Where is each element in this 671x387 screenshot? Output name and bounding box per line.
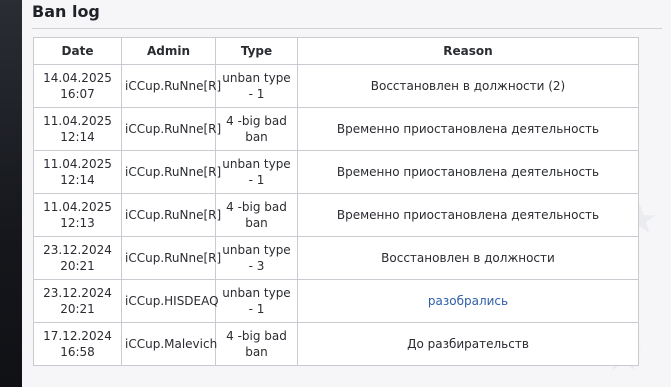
column-header-type: Type — [215, 37, 298, 65]
cell-reason: разобрались — [297, 279, 639, 323]
column-header-reason: Reason — [297, 37, 639, 65]
cell-type: 4 -big bad ban — [215, 193, 298, 237]
table-row: 17.12.2024 16:58 iCCup.Malevich 4 -big ba… — [33, 322, 639, 366]
cell-reason: Временно приостановлена деятельность — [297, 107, 639, 151]
cell-date: 23.12.2024 20:21 — [33, 236, 122, 280]
cell-date: 11.04.2025 12:14 — [33, 107, 122, 151]
cell-date: 11.04.2025 12:13 — [33, 193, 122, 237]
time-value: 20:21 — [60, 259, 95, 273]
time-value: 16:58 — [60, 345, 95, 359]
time-value: 12:13 — [60, 216, 95, 230]
cell-date: 17.12.2024 16:58 — [33, 322, 122, 366]
column-header-date: Date — [33, 37, 122, 65]
cell-reason: Восстановлен в должности (2) — [297, 64, 639, 108]
page-background-edge — [0, 0, 22, 387]
title-divider — [32, 28, 662, 29]
cell-reason: Временно приостановлена деятельность — [297, 193, 639, 237]
cell-reason: Временно приостановлена деятельность — [297, 150, 639, 194]
table-header-row: Date Admin Type Reason — [33, 37, 639, 65]
cell-admin: iCCup.HISDEAQ — [121, 279, 219, 323]
table-row: 11.04.2025 12:14 iCCup.RuNne[R] 4 -big ba… — [33, 107, 639, 151]
date-value: 23.12.2024 — [43, 243, 112, 257]
cell-type: unban type - 1 — [215, 279, 298, 323]
cell-type: 4 -big bad ban — [215, 107, 298, 151]
date-value: 23.12.2024 — [43, 286, 112, 300]
time-value: 12:14 — [60, 173, 95, 187]
time-value: 12:14 — [60, 130, 95, 144]
column-header-admin: Admin — [121, 37, 216, 65]
cell-date: 11.04.2025 12:14 — [33, 150, 122, 194]
reason-link[interactable]: разобрались — [428, 294, 508, 308]
cell-date: 14.04.2025 16:07 — [33, 64, 122, 108]
cell-type: unban type - 1 — [215, 150, 298, 194]
table-row: 14.04.2025 16:07 iCCup.RuNne[R] unban typ… — [33, 64, 639, 108]
cell-reason: До разбирательств — [297, 322, 639, 366]
page-title: Ban log — [32, 2, 100, 21]
cell-admin: iCCup.RuNne[R] — [121, 64, 221, 108]
table-row: 23.12.2024 20:21 iCCup.RuNne[R] unban typ… — [33, 236, 639, 280]
ban-log-panel: ★ ★ ★ ★ Ban log Date Admin Type Reason 1… — [22, 0, 671, 387]
cell-date: 23.12.2024 20:21 — [33, 279, 122, 323]
cell-reason: Восстановлен в должности — [297, 236, 639, 280]
cell-type: 4 -big bad ban — [215, 322, 298, 366]
table-row: 11.04.2025 12:13 iCCup.RuNne[R] 4 -big ba… — [33, 193, 639, 237]
time-value: 16:07 — [60, 87, 95, 101]
cell-admin: iCCup.RuNne[R] — [121, 150, 221, 194]
date-value: 17.12.2024 — [43, 329, 112, 343]
date-value: 11.04.2025 — [43, 114, 112, 128]
date-value: 14.04.2025 — [43, 71, 112, 85]
time-value: 20:21 — [60, 302, 95, 316]
cell-type: unban type - 3 — [215, 236, 298, 280]
cell-admin: iCCup.RuNne[R] — [121, 193, 221, 237]
ban-log-table: Date Admin Type Reason 14.04.2025 16:07 i… — [33, 37, 639, 366]
date-value: 11.04.2025 — [43, 157, 112, 171]
table-row: 23.12.2024 20:21 iCCup.HISDEAQ unban type… — [33, 279, 639, 323]
date-value: 11.04.2025 — [43, 200, 112, 214]
cell-admin: iCCup.Malevich — [121, 322, 217, 366]
cell-admin: iCCup.RuNne[R] — [121, 236, 221, 280]
table-row: 11.04.2025 12:14 iCCup.RuNne[R] unban typ… — [33, 150, 639, 194]
cell-admin: iCCup.RuNne[R] — [121, 107, 221, 151]
cell-type: unban type - 1 — [215, 64, 298, 108]
